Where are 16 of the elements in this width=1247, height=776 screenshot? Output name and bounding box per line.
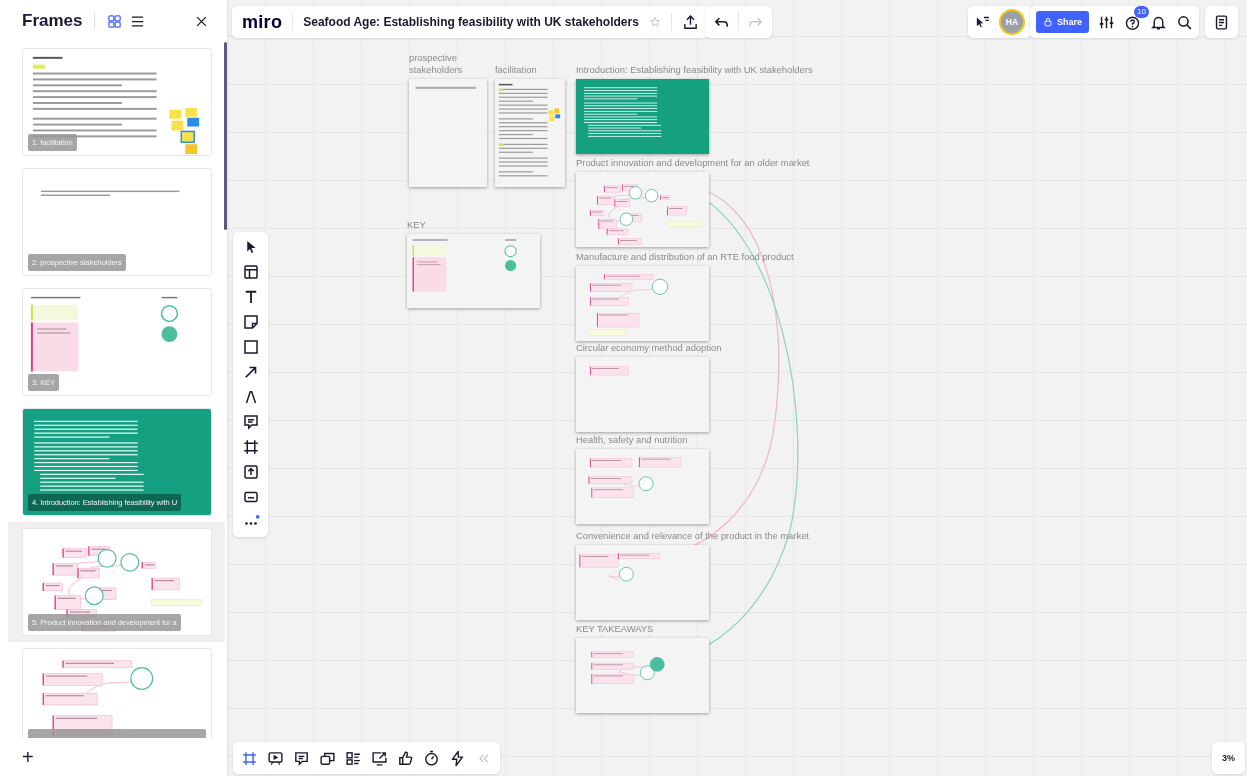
frame-title: Introduction: Establishing feasibility with UK stakeholders bbox=[576, 64, 813, 76]
frame-title: KEY bbox=[407, 219, 426, 231]
logo[interactable]: miro bbox=[242, 11, 283, 33]
notification-badge: 10 bbox=[1134, 5, 1149, 18]
frame-title: Health, safety and nutrition bbox=[576, 434, 688, 446]
share-button[interactable]: Share bbox=[1036, 11, 1089, 33]
panel-title: Frames bbox=[22, 11, 83, 31]
frame-title: Product innovation and development for an older market bbox=[576, 157, 810, 169]
frame-title: prospective stakeholders bbox=[409, 52, 464, 76]
frame-title: facilitation bbox=[495, 64, 537, 76]
user-avatar[interactable]: HA bbox=[999, 9, 1025, 35]
frame-title: Circular economy method adoption bbox=[576, 342, 722, 354]
frame-title: KEY TAKEAWAYS bbox=[576, 623, 654, 635]
add-frame-button[interactable]: + bbox=[18, 747, 38, 767]
zoom-level[interactable]: 3% bbox=[1212, 742, 1245, 774]
board-title[interactable]: Seafood Age: Establishing feasibility with UK stakeholders bbox=[303, 15, 639, 29]
